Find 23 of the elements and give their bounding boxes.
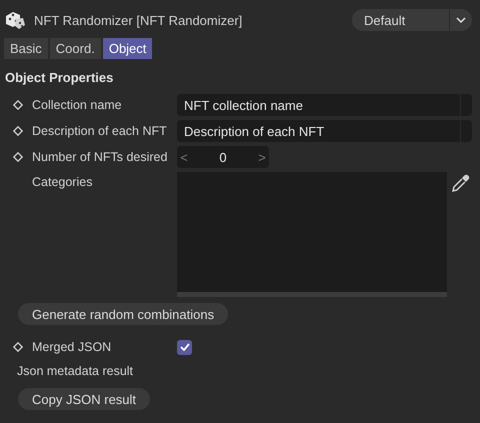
text-field[interactable]: Description of each NFT — [177, 120, 472, 142]
checkbox[interactable] — [177, 340, 192, 354]
preset-dropdown[interactable]: Default — [352, 9, 472, 31]
action-button[interactable]: Generate random combinations — [18, 303, 228, 325]
parameter-label: Description of each NFT — [32, 124, 168, 138]
tab[interactable]: Coord. — [50, 38, 101, 59]
object-title: NFT Randomizer [NFT Randomizer] — [34, 12, 242, 28]
parameter-label: Collection name — [32, 98, 123, 112]
parameter-label: Merged JSON — [32, 340, 112, 354]
text-field[interactable]: NFT collection name — [177, 94, 472, 116]
result-label: Json metadata result — [16, 364, 134, 378]
section-title: Object Properties — [5, 70, 114, 85]
number-field[interactable]: < 0 > — [177, 146, 269, 168]
action-button[interactable]: Copy JSON result — [18, 388, 150, 410]
dice-icon — [4, 10, 26, 30]
resize-handle[interactable] — [177, 292, 448, 297]
list-box[interactable] — [177, 172, 448, 297]
caret-icon — [456, 17, 466, 23]
parameter-label: Number of NFTs desired — [32, 150, 168, 164]
tab[interactable]: Object — [102, 38, 152, 59]
tab[interactable]: Basic — [4, 38, 48, 59]
parameter-label: Categories — [32, 175, 94, 189]
eyedropper-icon — [450, 172, 472, 194]
